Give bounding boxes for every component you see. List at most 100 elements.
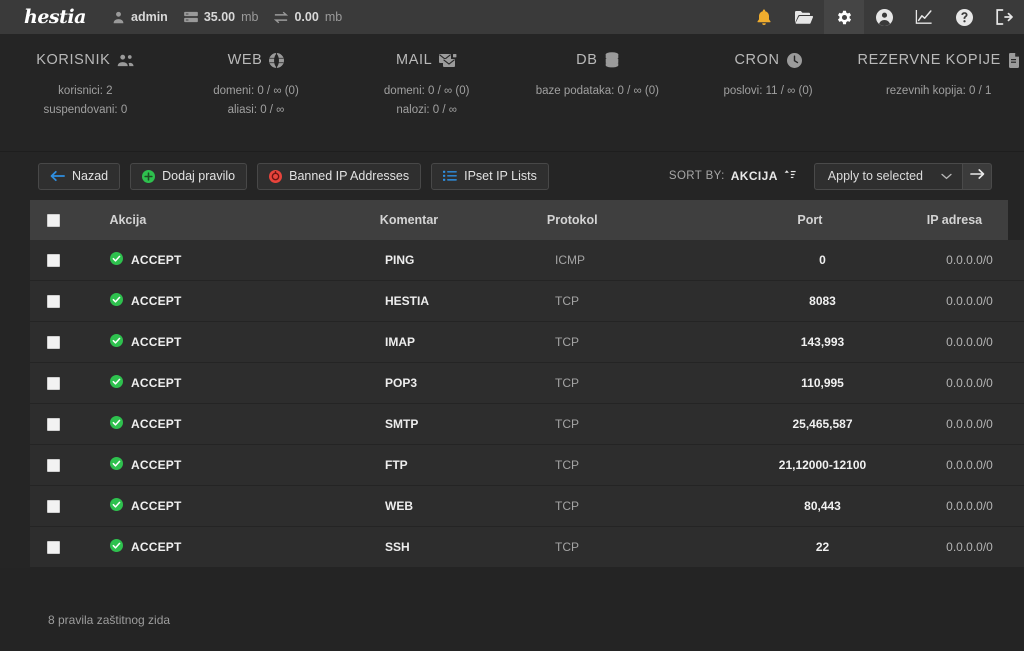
- sort-by-control[interactable]: SORT BY: AKCIJA: [669, 169, 796, 184]
- table-row[interactable]: ACCEPT PING ICMP 0 0.0.0.0/0: [30, 240, 1024, 281]
- table-row[interactable]: ACCEPT HESTIA TCP 8083 0.0.0.0/0: [30, 281, 1024, 322]
- column-header-ip-adresa[interactable]: IP adresa: [901, 213, 1008, 227]
- table-row[interactable]: ACCEPT WEB TCP 80,443 0.0.0.0/0: [30, 486, 1024, 527]
- cell-komentar: FTP: [385, 458, 408, 472]
- table-row[interactable]: ACCEPT SMTP TCP 25,465,587 0.0.0.0/0: [30, 404, 1024, 445]
- check-circle-icon: [110, 457, 123, 473]
- stat-cron[interactable]: CRON poslovi: 11 / ∞ (0): [683, 52, 854, 101]
- stat-db[interactable]: DB baze podataka: 0 / ∞ (0): [512, 52, 683, 101]
- cell-akcija: ACCEPT: [80, 293, 385, 309]
- top-bar: hestia admin 35.00 mb 0.00 mb: [0, 0, 1024, 34]
- logo[interactable]: hestia: [0, 7, 96, 27]
- stat-db-line-0: baze podataka: 0 / ∞ (0): [535, 85, 659, 97]
- row-checkbox[interactable]: [47, 294, 60, 308]
- table-row[interactable]: ACCEPT SSH TCP 22 0.0.0.0/0: [30, 527, 1024, 568]
- transfer-icon: [274, 11, 289, 24]
- stat-mail[interactable]: MAIL domeni: 0 / ∞ (0) nalozi: 0 / ∞: [341, 52, 512, 120]
- banned-ip-addresses-button[interactable]: Banned IP Addresses: [257, 162, 422, 190]
- akcija-label: ACCEPT: [131, 499, 182, 513]
- cell-komentar: POP3: [385, 376, 418, 390]
- cell-komentar: SMTP: [385, 417, 419, 431]
- row-checkbox[interactable]: [47, 417, 60, 431]
- cell-ip-adresa: 0.0.0.0/0: [946, 294, 993, 308]
- akcija-label: ACCEPT: [131, 417, 182, 431]
- banned-ip-addresses-button-label: Banned IP Addresses: [289, 169, 410, 183]
- cell-protokol: TCP: [555, 335, 579, 349]
- database-icon: [605, 52, 619, 68]
- apply-to-selected-submit-button[interactable]: [962, 162, 992, 190]
- check-circle-icon: [110, 252, 123, 268]
- cell-komentar: WEB: [385, 499, 413, 513]
- akcija-label: ACCEPT: [131, 253, 182, 267]
- account-icon[interactable]: [864, 0, 904, 34]
- arrow-right-icon: [969, 167, 985, 185]
- cell-ip-adresa: 0.0.0.0/0: [946, 253, 993, 267]
- select-all-checkbox[interactable]: [47, 213, 60, 227]
- statistics-icon[interactable]: [904, 0, 944, 34]
- check-circle-icon: [110, 498, 123, 514]
- logout-icon[interactable]: [984, 0, 1024, 34]
- table-row[interactable]: ACCEPT FTP TCP 21,12000-12100 0.0.0.0/0: [30, 445, 1024, 486]
- table-row[interactable]: ACCEPT IMAP TCP 143,993 0.0.0.0/0: [30, 322, 1024, 363]
- stat-rezervne-kopije[interactable]: REZERVNE KOPIJE rezevnih kopija: 0 / 1: [853, 52, 1024, 101]
- check-circle-icon: [110, 334, 123, 350]
- add-rule-button-label: Dodaj pravilo: [162, 169, 236, 183]
- check-circle-icon: [110, 293, 123, 309]
- firewall-rules-table: Akcija Komentar Protokol Port IP adresa …: [0, 200, 1024, 568]
- row-checkbox-cell: [30, 335, 80, 349]
- cell-akcija: ACCEPT: [80, 457, 385, 473]
- settings-icon[interactable]: [824, 0, 864, 34]
- ipset-ip-lists-button[interactable]: IPset IP Lists: [431, 162, 549, 190]
- row-checkbox[interactable]: [47, 376, 60, 390]
- row-checkbox-cell: [30, 253, 80, 267]
- stat-rezervne-kopije-title: REZERVNE KOPIJE: [857, 52, 1001, 68]
- row-checkbox[interactable]: [47, 335, 60, 349]
- arrow-left-icon: [50, 170, 65, 182]
- row-checkbox[interactable]: [47, 499, 60, 513]
- cell-port: 25,465,587: [792, 417, 853, 431]
- row-checkbox[interactable]: [47, 458, 60, 472]
- column-header-akcija[interactable]: Akcija: [79, 213, 379, 227]
- stat-cron-title-row: CRON: [683, 52, 854, 68]
- cell-komentar: SSH: [385, 540, 410, 554]
- toolbar: Nazad Dodaj pravilo Banned IP Addresses: [0, 152, 1024, 200]
- row-checkbox-cell: [30, 417, 80, 431]
- stat-mail-title: MAIL: [396, 52, 433, 68]
- stat-mail-line-1: nalozi: 0 / ∞: [396, 104, 457, 116]
- stat-web[interactable]: WEB domeni: 0 / ∞ (0) aliasi: 0 / ∞: [171, 52, 342, 120]
- back-button[interactable]: Nazad: [38, 162, 121, 190]
- stat-korisnik[interactable]: KORISNIK korisnici: 2 suspendovani: 0: [0, 52, 171, 120]
- cell-ip-adresa: 0.0.0.0/0: [946, 335, 993, 349]
- help-icon[interactable]: [944, 0, 984, 34]
- cell-akcija: ACCEPT: [80, 252, 385, 268]
- column-header-protokol[interactable]: Protokol: [547, 213, 719, 227]
- add-rule-button[interactable]: Dodaj pravilo: [130, 162, 248, 190]
- column-header-port[interactable]: Port: [719, 213, 901, 227]
- stat-korisnik-line-0: korisnici: 2: [58, 85, 113, 97]
- row-checkbox[interactable]: [47, 253, 60, 267]
- files-icon[interactable]: [784, 0, 824, 34]
- check-circle-icon: [110, 539, 123, 555]
- cell-akcija: ACCEPT: [80, 375, 385, 391]
- current-user[interactable]: admin: [112, 10, 168, 24]
- cell-ip-adresa: 0.0.0.0/0: [946, 417, 993, 431]
- row-checkbox[interactable]: [47, 540, 60, 554]
- table-row[interactable]: ACCEPT POP3 TCP 110,995 0.0.0.0/0: [30, 363, 1024, 404]
- server-icon: [183, 11, 198, 23]
- cell-akcija: ACCEPT: [80, 334, 385, 350]
- apply-to-selected-label: Apply to selected: [827, 169, 923, 183]
- cell-ip-adresa: 0.0.0.0/0: [946, 376, 993, 390]
- apply-to-selected-select[interactable]: Apply to selected: [813, 162, 962, 190]
- cell-protokol: TCP: [555, 417, 579, 431]
- sort-by-label: SORT BY:: [668, 170, 725, 182]
- row-checkbox-cell: [30, 458, 80, 472]
- column-header-komentar[interactable]: Komentar: [380, 213, 547, 227]
- row-checkbox-cell: [30, 540, 80, 554]
- akcija-label: ACCEPT: [131, 376, 182, 390]
- ipset-ip-lists-button-label: IPset IP Lists: [464, 169, 537, 183]
- notifications-icon[interactable]: [744, 0, 784, 34]
- cell-ip-adresa: 0.0.0.0/0: [946, 499, 993, 513]
- check-circle-icon: [110, 375, 123, 391]
- stat-web-line-0: domeni: 0 / ∞ (0): [213, 85, 299, 97]
- select-all-checkbox-cell: [30, 213, 79, 227]
